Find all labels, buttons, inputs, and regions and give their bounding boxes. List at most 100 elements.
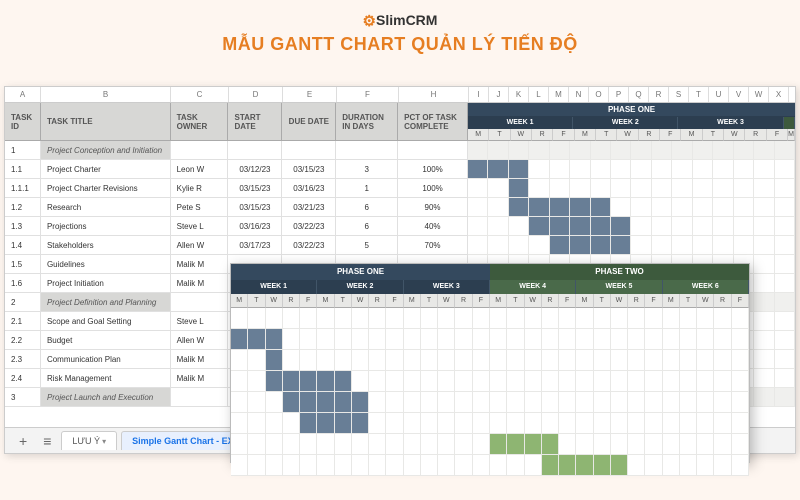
cell[interactable]: Project Charter [41,160,171,178]
table-row[interactable]: 1.2ResearchPete S03/15/2303/21/23690% [5,198,795,217]
col-letter[interactable]: M [549,87,569,102]
cell[interactable]: 6 [336,217,398,235]
col-letter[interactable]: W [749,87,769,102]
cell[interactable]: Malik M [171,350,229,368]
cell[interactable]: 03/16/23 [282,179,336,197]
cell[interactable]: 3 [5,388,41,406]
hdr-task-id[interactable]: TASK ID [5,103,41,141]
col-letter[interactable]: X [769,87,789,102]
col-letter[interactable]: K [509,87,529,102]
cell[interactable]: 03/17/23 [228,236,282,254]
col-letter[interactable]: I [469,87,489,102]
tab-luu-y[interactable]: LƯU Ý▾ [61,431,117,450]
col-letter[interactable]: U [709,87,729,102]
cell[interactable] [228,141,282,159]
hdr-start-date[interactable]: START DATE [228,103,282,141]
cell[interactable]: 3 [336,160,398,178]
hdr-pct[interactable]: PCT OF TASK COMPLETE [398,103,468,141]
cell[interactable]: 100% [398,160,468,178]
cell[interactable]: Malik M [171,274,229,292]
table-row[interactable]: 1.3ProjectionsSteve L03/16/2303/22/23640… [5,217,795,236]
col-letter[interactable]: T [689,87,709,102]
cell[interactable]: 100% [398,179,468,197]
cell[interactable]: Scope and Goal Setting [41,312,171,330]
cell[interactable]: 2.2 [5,331,41,349]
cell[interactable]: 2.3 [5,350,41,368]
cell[interactable]: 1.1.1 [5,179,41,197]
col-letter[interactable]: J [489,87,509,102]
cell[interactable]: Steve L [171,217,229,235]
spreadsheet-overlay[interactable]: PHASE ONE PHASE TWO WEEK 1 WEEK 2 WEEK 3… [230,263,750,463]
cell[interactable]: Guidelines [41,255,171,273]
cell[interactable]: Research [41,198,171,216]
cell[interactable]: 1.4 [5,236,41,254]
cell[interactable]: 1.5 [5,255,41,273]
cell[interactable]: 6 [336,198,398,216]
cell[interactable]: Projections [41,217,171,235]
cell[interactable]: Malik M [171,255,229,273]
cell[interactable]: Steve L [171,312,229,330]
col-letter[interactable]: C [171,87,229,102]
cell[interactable] [171,388,229,406]
col-letter[interactable]: Q [629,87,649,102]
cell[interactable]: 1.3 [5,217,41,235]
cell[interactable]: Project Initiation [41,274,171,292]
col-letter[interactable]: F [337,87,399,102]
cell[interactable]: 2 [5,293,41,311]
col-letter[interactable]: V [729,87,749,102]
hdr-duration[interactable]: DURATION IN DAYS [336,103,398,141]
cell[interactable] [171,141,229,159]
col-letter[interactable]: N [569,87,589,102]
hdr-due-date[interactable]: DUE DATE [282,103,336,141]
cell[interactable]: 03/22/23 [282,236,336,254]
hdr-task-title[interactable]: TASK TITLE [41,103,171,141]
table-row[interactable]: 1.4StakeholdersAllen W03/17/2303/22/2357… [5,236,795,255]
col-letter[interactable]: S [669,87,689,102]
cell[interactable] [282,141,336,159]
cell[interactable]: 70% [398,236,468,254]
cell[interactable]: 1.6 [5,274,41,292]
cell[interactable]: 1 [336,179,398,197]
cell[interactable]: Allen W [171,331,229,349]
table-row[interactable]: 1.1.1Project Charter RevisionsKylie R03/… [5,179,795,198]
cell[interactable]: 03/15/23 [282,160,336,178]
sheets-menu-button[interactable]: ≡ [37,433,57,449]
col-letter[interactable]: D [229,87,283,102]
col-letter[interactable]: O [589,87,609,102]
cell[interactable] [336,141,398,159]
col-letter[interactable]: H [399,87,469,102]
cell[interactable]: 03/15/23 [228,198,282,216]
col-letter[interactable]: R [649,87,669,102]
cell[interactable]: 03/16/23 [228,217,282,235]
cell[interactable]: 90% [398,198,468,216]
cell[interactable]: Communication Plan [41,350,171,368]
cell[interactable] [171,293,229,311]
cell[interactable]: 40% [398,217,468,235]
cell[interactable]: Pete S [171,198,229,216]
col-letter[interactable]: E [283,87,337,102]
cell[interactable]: Project Definition and Planning [41,293,171,311]
cell[interactable]: Project Launch and Execution [41,388,171,406]
cell[interactable]: 1 [5,141,41,159]
cell[interactable] [398,141,468,159]
cell[interactable]: Malik M [171,369,229,387]
cell[interactable]: 03/12/23 [228,160,282,178]
col-letter[interactable]: B [41,87,171,102]
col-letter[interactable]: L [529,87,549,102]
table-row[interactable]: 1Project Conception and Initiation [5,141,795,160]
cell[interactable]: 2.1 [5,312,41,330]
cell[interactable]: Allen W [171,236,229,254]
cell[interactable]: Leon W [171,160,229,178]
col-letter[interactable]: A [5,87,41,102]
cell[interactable]: Risk Management [41,369,171,387]
cell[interactable]: 5 [336,236,398,254]
add-sheet-button[interactable]: + [13,433,33,449]
cell[interactable]: 03/21/23 [282,198,336,216]
cell[interactable]: 2.4 [5,369,41,387]
cell[interactable]: 1.1 [5,160,41,178]
hdr-task-owner[interactable]: TASK OWNER [171,103,229,141]
cell[interactable]: 03/15/23 [228,179,282,197]
cell[interactable]: Project Charter Revisions [41,179,171,197]
cell[interactable]: Kylie R [171,179,229,197]
col-letter[interactable]: P [609,87,629,102]
